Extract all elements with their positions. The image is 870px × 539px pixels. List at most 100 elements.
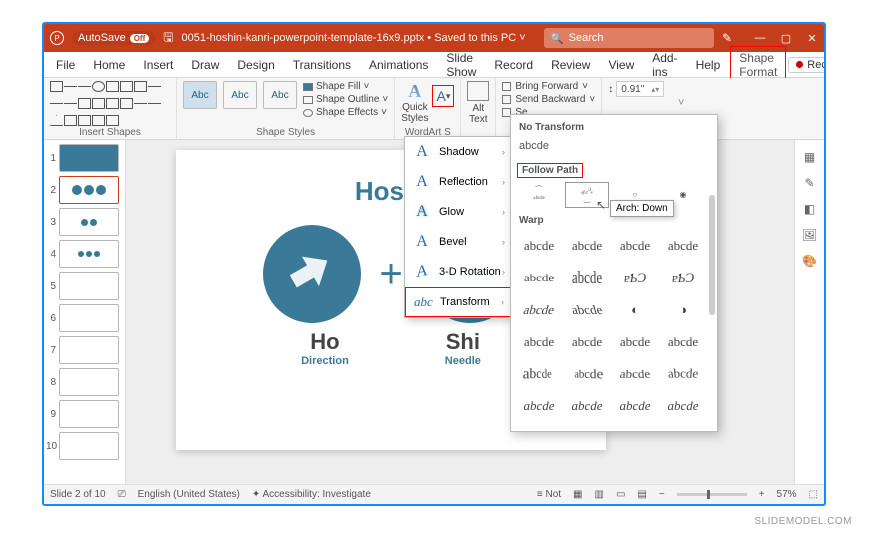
- shape-icon[interactable]: [64, 103, 77, 114]
- transform-preset-warp[interactable]: ɐƄƆ: [613, 265, 657, 291]
- slide-thumb[interactable]: 4: [46, 240, 123, 268]
- shape-icon[interactable]: [106, 115, 119, 126]
- search-box[interactable]: 🔍: [544, 28, 714, 48]
- view-reading-icon[interactable]: ▭: [616, 489, 625, 500]
- zoom-out-button[interactable]: −: [659, 489, 665, 500]
- transform-preset-arch-down[interactable]: ₐᵦ꜀ᵈₑ‿↖: [565, 182, 609, 208]
- rail-icon[interactable]: ▦: [804, 150, 815, 164]
- shape-icon[interactable]: [92, 98, 105, 109]
- transform-preset-warp[interactable]: abcde: [514, 358, 557, 390]
- shape-fill-button[interactable]: Shape Fill ˅: [303, 81, 388, 92]
- rail-icon[interactable]: ✎: [804, 176, 814, 190]
- style-preset[interactable]: Abc: [183, 81, 217, 109]
- style-preset[interactable]: Abc: [223, 81, 257, 109]
- style-preset[interactable]: Abc: [263, 81, 297, 109]
- shape-icon[interactable]: [148, 86, 161, 97]
- transform-preset-warp[interactable]: abcde: [517, 329, 561, 355]
- transform-preset-warp[interactable]: abcde: [562, 297, 613, 323]
- transform-preset-warp[interactable]: abcde: [565, 233, 609, 259]
- tab-review[interactable]: Review: [543, 54, 598, 76]
- shape-icon[interactable]: [120, 98, 133, 109]
- transform-preset-warp[interactable]: abcde: [517, 393, 561, 419]
- minimize-button[interactable]: —: [754, 32, 766, 45]
- slide-thumb[interactable]: 7: [46, 336, 123, 364]
- shape-icon[interactable]: [134, 81, 147, 92]
- shape-icon[interactable]: [106, 81, 119, 92]
- shape-icon[interactable]: [64, 115, 77, 126]
- fit-button[interactable]: ⬚: [809, 489, 818, 500]
- transform-preset-warp[interactable]: abcde: [613, 393, 657, 419]
- transform-preset-warp[interactable]: abcde: [610, 363, 660, 388]
- slide-thumb[interactable]: 3: [46, 208, 123, 236]
- shape-icon[interactable]: [50, 103, 63, 114]
- shape-icon[interactable]: [50, 115, 63, 126]
- autosave-toggle[interactable]: AutoSave Off: [72, 31, 155, 45]
- language-status[interactable]: English (United States): [138, 489, 240, 500]
- zoom-in-button[interactable]: +: [759, 489, 765, 500]
- view-normal-icon[interactable]: ▦: [573, 489, 582, 500]
- view-slideshow-icon[interactable]: ▤: [637, 489, 646, 500]
- rail-icon[interactable]: 🎨: [802, 254, 817, 268]
- shape-effects-button[interactable]: Shape Effects ˅: [303, 107, 388, 118]
- transform-preset-warp[interactable]: ◐: [613, 297, 657, 323]
- shape-icon[interactable]: [106, 98, 119, 109]
- maximize-button[interactable]: ▢: [780, 32, 792, 45]
- slide-thumb[interactable]: 10: [46, 432, 123, 460]
- shape-icon[interactable]: [92, 115, 105, 126]
- transform-preset-warp[interactable]: abcde: [661, 329, 705, 355]
- menu-item-glow[interactable]: AGlow›: [405, 197, 511, 227]
- spelling-icon[interactable]: ⎚: [118, 489, 126, 500]
- menu-item-shadow[interactable]: AShadow›: [405, 137, 511, 167]
- shape-icon[interactable]: [78, 115, 91, 126]
- transform-preset-warp[interactable]: abcde: [661, 393, 705, 419]
- transform-preset-warp[interactable]: abcde: [517, 233, 561, 259]
- tab-help[interactable]: Help: [688, 54, 729, 76]
- transform-preset-warp[interactable]: abcde: [514, 297, 565, 323]
- transform-preset-warp[interactable]: abcde: [565, 261, 609, 295]
- tab-transitions[interactable]: Transitions: [285, 54, 359, 76]
- shape-icon[interactable]: [148, 103, 161, 114]
- transform-preset-warp[interactable]: abcde: [613, 329, 657, 355]
- tab-view[interactable]: View: [600, 54, 642, 76]
- shape-icon[interactable]: [92, 81, 105, 92]
- shape-icon[interactable]: [78, 98, 91, 109]
- rail-icon[interactable]: 🖼: [802, 228, 817, 242]
- shape-gallery[interactable]: [50, 81, 170, 126]
- text-effects-button[interactable]: A▾: [432, 85, 454, 107]
- no-transform-option[interactable]: abcde: [517, 136, 711, 160]
- transform-preset-warp[interactable]: abcde: [661, 233, 705, 259]
- record-button[interactable]: Record: [788, 57, 826, 73]
- tab-insert[interactable]: Insert: [135, 54, 181, 76]
- shape-outline-button[interactable]: Shape Outline ˅: [303, 94, 388, 105]
- slide-thumb[interactable]: 8: [46, 368, 123, 396]
- height-input[interactable]: ↕0.91"▴▾: [608, 81, 664, 97]
- slide-thumb[interactable]: 6: [46, 304, 123, 332]
- view-sorter-icon[interactable]: ▥: [594, 489, 603, 500]
- tab-file[interactable]: File: [48, 54, 83, 76]
- transform-preset-warp[interactable]: abcde: [570, 358, 613, 390]
- transform-preset-warp[interactable]: abcde: [565, 329, 609, 355]
- tab-record[interactable]: Record: [486, 54, 541, 76]
- shape-icon[interactable]: [64, 86, 77, 97]
- shape-icon[interactable]: [134, 103, 147, 114]
- rail-icon[interactable]: ◧: [804, 202, 815, 216]
- slide-thumb[interactable]: 2: [46, 176, 123, 204]
- slide-thumb[interactable]: 1: [46, 144, 123, 172]
- menu-item-3d-rotation[interactable]: A3-D Rotation›: [405, 257, 511, 287]
- tab-animations[interactable]: Animations: [361, 54, 436, 76]
- bring-forward-button[interactable]: Bring Forward ˅: [502, 81, 595, 92]
- menu-item-bevel[interactable]: ABevel›: [405, 227, 511, 257]
- menu-item-transform[interactable]: abcTransform›: [405, 287, 511, 317]
- zoom-slider[interactable]: [677, 493, 747, 496]
- quick-styles-button[interactable]: AQuickStyles: [401, 81, 428, 124]
- search-input[interactable]: [569, 32, 689, 44]
- accessibility-status[interactable]: ✦ Accessibility: Investigate: [252, 489, 371, 500]
- tab-home[interactable]: Home: [85, 54, 133, 76]
- transform-preset-warp[interactable]: abcde: [565, 393, 609, 419]
- transform-preset-warp[interactable]: abcde: [517, 269, 561, 287]
- send-backward-button[interactable]: Send Backward ˅: [502, 94, 595, 105]
- slide-thumb[interactable]: 9: [46, 400, 123, 428]
- transform-preset-warp[interactable]: ɐƄƆ: [661, 265, 705, 291]
- transform-preset-warp[interactable]: ◑: [661, 297, 705, 323]
- shape-icon[interactable]: [120, 81, 133, 92]
